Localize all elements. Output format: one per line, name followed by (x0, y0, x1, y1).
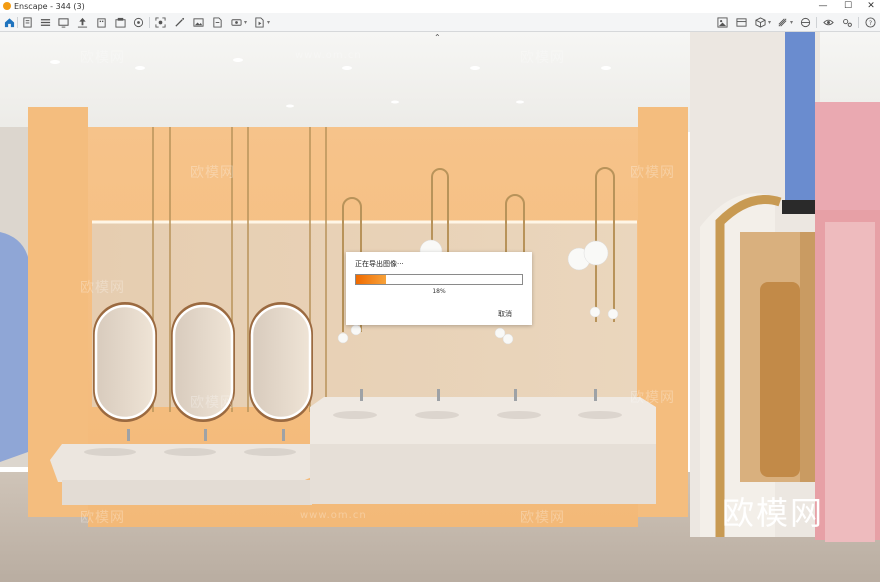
dialog-title: 正在导出图像··· (355, 260, 404, 268)
toolbar-divider (17, 17, 18, 28)
toolbar-divider (858, 17, 859, 28)
main-toolbar: ▾ ▾ ▾ ▾ ? (0, 13, 880, 32)
watermark-url: www.om.cn (300, 510, 367, 521)
video-dropdown-icon[interactable]: ▾ (267, 16, 270, 29)
material-icon[interactable] (776, 16, 789, 29)
svg-text:?: ? (869, 19, 872, 27)
watermark-text: 欧模网 (80, 280, 125, 296)
eye-icon[interactable] (822, 16, 835, 29)
progress-bar-fill (356, 275, 386, 284)
cube-icon[interactable] (754, 16, 767, 29)
watermark-text: 欧模网 (190, 165, 235, 181)
collapse-toolbar-icon[interactable]: ⌃ (434, 33, 441, 42)
export-progress-dialog: 正在导出图像··· 18% 取消 (346, 252, 532, 325)
magic-wand-icon[interactable] (173, 16, 186, 29)
upload-icon[interactable] (76, 16, 89, 29)
window-title: Enscape - 344 (3) (14, 2, 85, 11)
watermark-text: 欧模网 (190, 395, 235, 411)
panorama-icon[interactable] (230, 16, 243, 29)
save-file-icon[interactable] (132, 16, 145, 29)
asset-icon[interactable] (735, 16, 748, 29)
help-icon[interactable]: ? (864, 16, 877, 29)
watermark-text: 欧模网 (80, 510, 125, 526)
import-icon[interactable] (114, 16, 127, 29)
watermark-text: 欧模网 (80, 50, 125, 66)
progress-percent: 18% (432, 288, 446, 295)
material-dropdown-icon[interactable]: ▾ (790, 16, 793, 29)
minimize-button[interactable]: — (812, 0, 834, 13)
video-export-icon[interactable] (253, 16, 266, 29)
image-icon[interactable] (192, 16, 205, 29)
panorama-dropdown-icon[interactable]: ▾ (244, 16, 247, 29)
toolbar-divider (149, 17, 150, 28)
settings-icon[interactable] (841, 16, 854, 29)
monitor-icon[interactable] (57, 16, 70, 29)
close-button[interactable]: ✕ (860, 0, 880, 13)
building-icon[interactable] (95, 16, 108, 29)
new-file-icon[interactable] (21, 16, 34, 29)
watermark-text: 欧模网 (520, 50, 565, 66)
image-render-icon[interactable] (716, 16, 729, 29)
progress-bar (355, 274, 523, 285)
watermark-text: 欧模网 (520, 510, 565, 526)
watermark-text: 欧模网 (630, 165, 675, 181)
cancel-button[interactable]: 取消 (498, 309, 512, 319)
cube-dropdown-icon[interactable]: ▾ (768, 16, 771, 29)
visual-settings-icon[interactable] (799, 16, 812, 29)
screenshot-icon[interactable] (154, 16, 167, 29)
maximize-button[interactable]: ☐ (837, 0, 859, 13)
watermark-url: www.om.cn (295, 50, 362, 61)
toolbar-divider (816, 17, 817, 28)
title-bar: Enscape - 344 (3) — ☐ ✕ (0, 0, 880, 13)
brand-watermark: 欧模网 (722, 494, 825, 532)
watermark-text: 欧模网 (630, 390, 675, 406)
home-icon[interactable] (3, 16, 16, 29)
list-icon[interactable] (39, 16, 52, 29)
document-export-icon[interactable] (211, 16, 224, 29)
enscape-logo-icon (3, 2, 11, 10)
